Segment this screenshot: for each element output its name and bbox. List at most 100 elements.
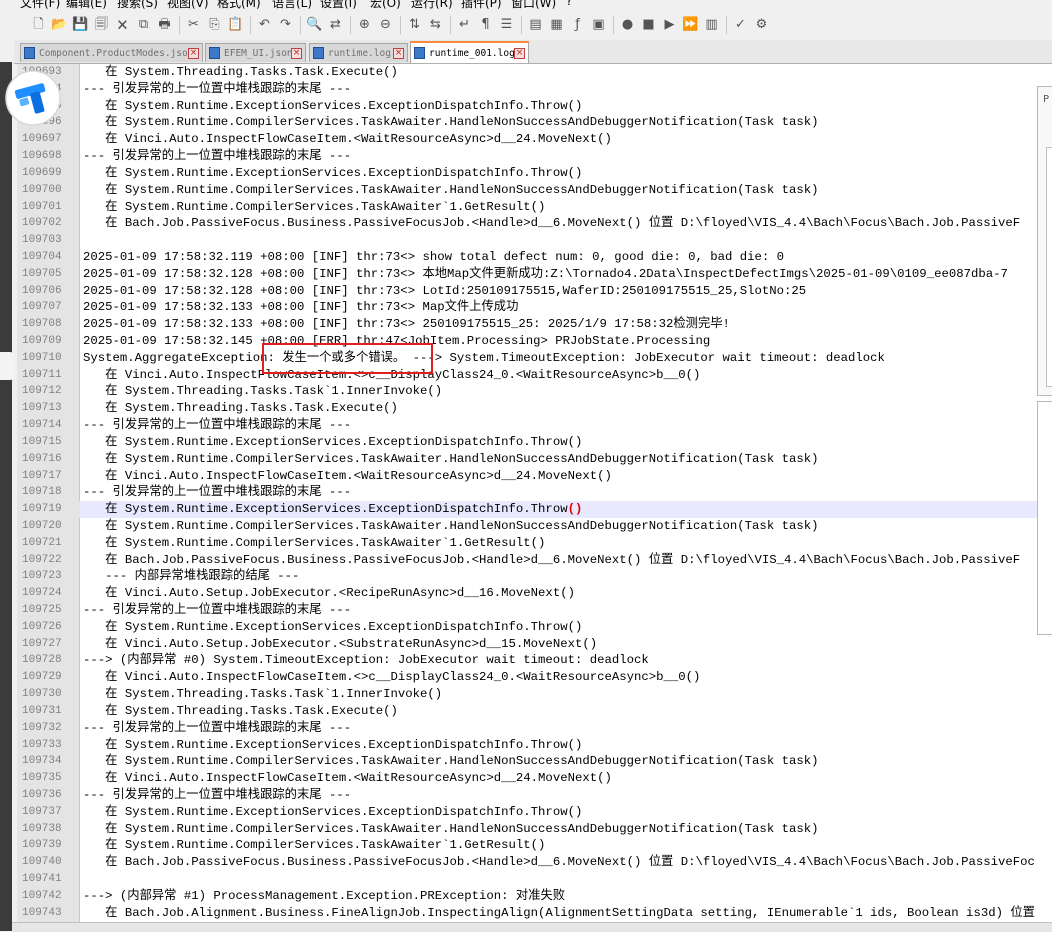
line-number[interactable]: 109711 [17, 367, 80, 384]
line-number[interactable]: 109698 [17, 148, 80, 165]
editor-line[interactable]: 109704 2025-01-09 17:58:32.119 +08:00 [IN… [17, 249, 1052, 266]
sync-horizontal-icon[interactable]: ⇆ [427, 16, 444, 33]
line-text[interactable]: --- 引发异常的上一位置中堆栈跟踪的末尾 --- [83, 81, 351, 98]
line-number[interactable]: 109740 [17, 854, 80, 871]
line-number[interactable]: 109742 [17, 888, 80, 905]
line-text[interactable]: --- 内部异常堆栈跟踪的结尾 --- [83, 568, 299, 585]
menu-item[interactable]: 宏(O) [370, 0, 401, 11]
editor-line[interactable]: 109709 2025-01-09 17:58:32.145 +08:00 [ER… [17, 333, 1052, 350]
line-number[interactable]: 109716 [17, 451, 80, 468]
menu-item[interactable]: 窗口(W) [511, 0, 556, 11]
line-text[interactable]: 在 Bach.Job.PassiveFocus.Business.Passive… [83, 552, 1020, 569]
editor-line[interactable]: 109723 --- 内部异常堆栈跟踪的结尾 --- [17, 568, 1052, 585]
save-macro-icon[interactable]: ▥ [703, 16, 720, 33]
save-all-icon[interactable]: 🗐 [93, 16, 110, 33]
line-number[interactable]: 109707 [17, 299, 80, 316]
line-text[interactable]: --- 引发异常的上一位置中堆栈跟踪的末尾 --- [83, 148, 351, 165]
line-number[interactable]: 109723 [17, 568, 80, 585]
zoom-out-icon[interactable]: ⊖ [377, 16, 394, 33]
menu-item[interactable]: 搜索(S) [117, 0, 158, 11]
line-text[interactable]: 在 Vinci.Auto.InspectFlowCaseItem.<>c__Di… [83, 669, 700, 686]
line-text[interactable]: 在 System.Runtime.CompilerServices.TaskAw… [83, 753, 818, 770]
user-defined-language-icon[interactable]: ▤ [527, 16, 544, 33]
line-number[interactable]: 109714 [17, 417, 80, 434]
close-all-icon[interactable]: ⧉ [135, 16, 152, 33]
line-text[interactable]: 在 Vinci.Auto.InspectFlowCaseItem.<WaitRe… [83, 770, 612, 787]
indent-guide-icon[interactable]: ☰ [498, 16, 515, 33]
close-tab-icon[interactable]: × [291, 47, 302, 59]
editor-line[interactable]: 109743 在 Bach.Job.Alignment.Business.Fin… [17, 905, 1052, 922]
line-number[interactable]: 109734 [17, 753, 80, 770]
editor-line[interactable]: 109715 在 System.Runtime.ExceptionService… [17, 434, 1052, 451]
line-text[interactable]: 在 System.Runtime.CompilerServices.TaskAw… [83, 518, 818, 535]
line-number[interactable]: 109741 [17, 871, 80, 888]
line-text[interactable]: 在 Vinci.Auto.Setup.JobExecutor.<Substrat… [83, 636, 597, 653]
open-file-icon[interactable]: 📂 [51, 16, 68, 33]
close-icon[interactable]: 🗙 [114, 16, 131, 33]
editor-line[interactable]: 109698 --- 引发异常的上一位置中堆栈跟踪的末尾 --- [17, 148, 1052, 165]
menu-item[interactable]: 格式(M) [217, 0, 261, 11]
line-number[interactable]: 109730 [17, 686, 80, 703]
line-number[interactable]: 109705 [17, 266, 80, 283]
line-text[interactable]: 在 System.Runtime.CompilerServices.TaskAw… [83, 451, 818, 468]
line-text[interactable]: 在 System.Runtime.ExceptionServices.Excep… [83, 98, 582, 115]
line-text[interactable]: 在 System.Runtime.ExceptionServices.Excep… [83, 619, 582, 636]
editor-line[interactable]: 109735 在 Vinci.Auto.InspectFlowCaseItem.… [17, 770, 1052, 787]
spell-check-icon[interactable]: ✓ [732, 16, 749, 33]
line-text[interactable]: --- 引发异常的上一位置中堆栈跟踪的末尾 --- [83, 787, 351, 804]
line-number[interactable]: 109743 [17, 905, 80, 922]
line-number[interactable]: 109728 [17, 652, 80, 669]
record-macro-icon[interactable]: ● [619, 16, 636, 33]
line-text[interactable]: 在 System.Threading.Tasks.Task.Execute() [83, 400, 398, 417]
line-text[interactable]: 在 System.Runtime.ExceptionServices.Excep… [83, 434, 582, 451]
side-panel-lower[interactable] [1037, 401, 1052, 635]
menu-item[interactable]: 运行(R) [411, 0, 453, 11]
line-text[interactable]: System.AggregateException: 发生一个或多个错误。 --… [83, 350, 885, 367]
editor-line[interactable]: 109733 在 System.Runtime.ExceptionService… [17, 737, 1052, 754]
copy-icon[interactable]: ⎘ [206, 16, 223, 33]
line-number[interactable]: 109713 [17, 400, 80, 417]
editor-line[interactable]: 109728 ---> (内部异常 #0) System.TimeoutExcep… [17, 652, 1052, 669]
editor-pane[interactable]: 109693 在 System.Threading.Tasks.Task.Exe… [17, 64, 1052, 922]
line-text[interactable]: 在 System.Threading.Tasks.Task.Execute() [83, 703, 398, 720]
editor-line[interactable]: 109718 --- 引发异常的上一位置中堆栈跟踪的末尾 --- [17, 484, 1052, 501]
menu-item[interactable]: 视图(V) [167, 0, 209, 11]
tab-3[interactable]: runtime.log × [309, 43, 408, 62]
editor-line[interactable]: 109732 --- 引发异常的上一位置中堆栈跟踪的末尾 --- [17, 720, 1052, 737]
line-text[interactable]: 在 System.Runtime.ExceptionServices.Excep… [83, 165, 582, 182]
menu-item[interactable]: 编辑(E) [66, 0, 107, 11]
spell-options-icon[interactable]: ⚙ [753, 16, 770, 33]
zoom-in-icon[interactable]: ⊕ [356, 16, 373, 33]
line-number[interactable]: 109717 [17, 468, 80, 485]
editor-line[interactable]: 109716 在 System.Runtime.CompilerServices… [17, 451, 1052, 468]
line-text[interactable]: 在 System.Runtime.CompilerServices.TaskAw… [83, 535, 545, 552]
left-edge-handle[interactable] [0, 352, 14, 380]
line-number[interactable]: 109703 [17, 232, 80, 249]
close-tab-icon[interactable]: × [514, 47, 525, 59]
menu-item[interactable]: 插件(P) [461, 0, 502, 11]
line-text[interactable]: 2025-01-09 17:58:32.133 +08:00 [INF] thr… [83, 316, 730, 333]
undo-icon[interactable]: ↶ [256, 16, 273, 33]
editor-line[interactable]: 109713 在 System.Threading.Tasks.Task.Exe… [17, 400, 1052, 417]
editor-line[interactable]: 109730 在 System.Threading.Tasks.Task`1.I… [17, 686, 1052, 703]
line-number[interactable]: 109704 [17, 249, 80, 266]
editor-line[interactable]: 109693 在 System.Threading.Tasks.Task.Exe… [17, 64, 1052, 81]
editor-line[interactable]: 109726 在 System.Runtime.ExceptionService… [17, 619, 1052, 636]
editor-line[interactable]: 109739 在 System.Runtime.CompilerServices… [17, 837, 1052, 854]
line-number[interactable]: 109699 [17, 165, 80, 182]
editor-line[interactable]: 109721 在 System.Runtime.CompilerServices… [17, 535, 1052, 552]
line-number[interactable]: 109719 [17, 501, 80, 518]
line-text[interactable]: 在 System.Runtime.CompilerServices.TaskAw… [83, 182, 818, 199]
editor-line[interactable]: 109696 在 System.Runtime.CompilerServices… [17, 114, 1052, 131]
line-number[interactable]: 109706 [17, 283, 80, 300]
line-text[interactable]: --- 引发异常的上一位置中堆栈跟踪的末尾 --- [83, 602, 351, 619]
line-text[interactable]: 在 System.Threading.Tasks.Task`1.InnerInv… [83, 686, 442, 703]
line-text[interactable]: 在 Vinci.Auto.InspectFlowCaseItem.<WaitRe… [83, 131, 612, 148]
editor-line[interactable]: 109701 在 System.Runtime.CompilerServices… [17, 199, 1052, 216]
line-number[interactable]: 109732 [17, 720, 80, 737]
menu-item[interactable]: 语言(L) [272, 0, 312, 11]
sync-vertical-icon[interactable]: ⇅ [406, 16, 423, 33]
folder-workspace-icon[interactable]: ▣ [590, 16, 607, 33]
line-text[interactable]: ---> (内部异常 #0) System.TimeoutException: … [83, 652, 649, 669]
line-text[interactable]: 在 System.Runtime.ExceptionServices.Excep… [83, 737, 582, 754]
